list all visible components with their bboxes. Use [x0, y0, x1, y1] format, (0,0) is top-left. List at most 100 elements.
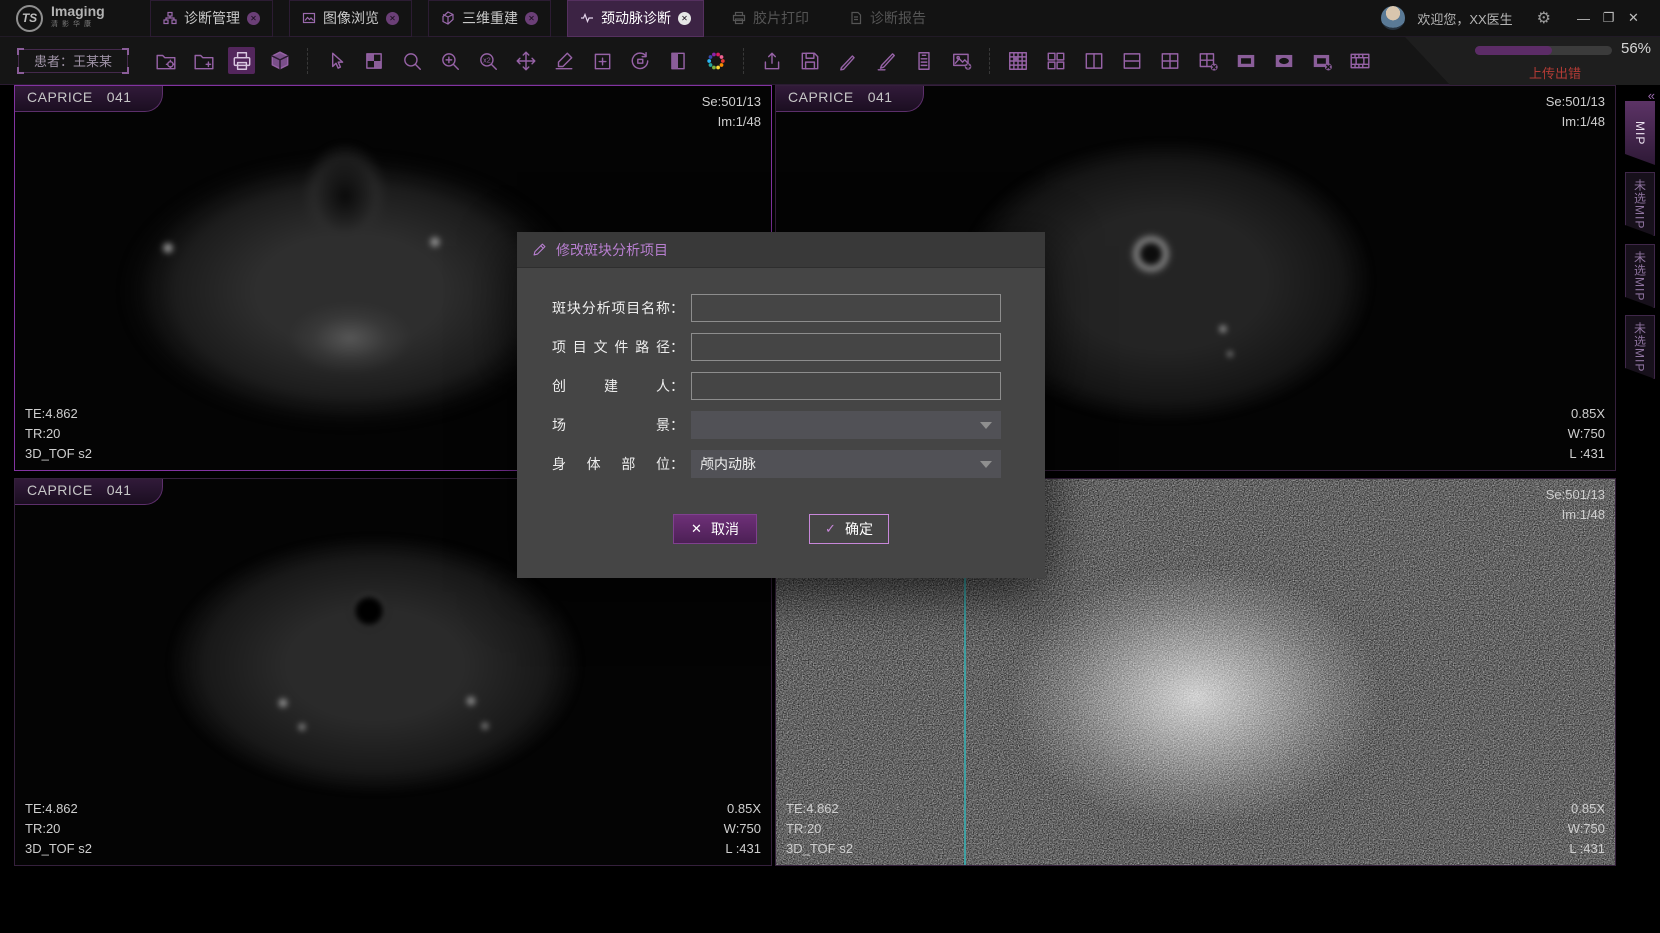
rotate-icon[interactable] [626, 47, 653, 74]
creator-input[interactable] [691, 372, 1001, 400]
user-avatar[interactable] [1381, 6, 1405, 30]
dialog-header: 修改斑块分析项目 [517, 232, 1045, 268]
project-name-input[interactable] [691, 294, 1001, 322]
tab-diagnosis-report: 诊断报告 [837, 0, 938, 37]
window-width-value: W:750 [724, 819, 761, 839]
tab-close-icon[interactable]: ✕ [678, 12, 691, 25]
grid-16-icon[interactable] [1004, 47, 1031, 74]
folder-add-icon[interactable] [190, 47, 217, 74]
zoom-in-icon[interactable] [436, 47, 463, 74]
patient-selector[interactable]: 患者：王某某 [18, 49, 128, 73]
field-row-scene: 场景 ： [552, 411, 1010, 439]
tab-close-icon[interactable]: ✕ [525, 12, 538, 25]
tiles-icon[interactable] [1042, 47, 1069, 74]
color-wheel-icon[interactable] [702, 47, 729, 74]
titlebar: TS Imaging 清影华康 诊断管理 ✕ 图像浏览 ✕ 三维重建 ✕ [0, 0, 1660, 37]
window-level-value: L :431 [1568, 444, 1605, 464]
pen-icon[interactable] [834, 47, 861, 74]
dialog-buttons: ✕ 取消 ✓ 确定 [552, 514, 1010, 544]
study-name: CAPRICE [788, 89, 854, 105]
contrast-icon[interactable] [664, 47, 691, 74]
roi-rect-remove-icon[interactable] [1308, 47, 1335, 74]
side-tab-mip[interactable]: MIP [1625, 101, 1655, 165]
series-info-overlay: Se:501/13 Im:1/48 [702, 92, 761, 132]
body-part-select[interactable]: 颅内动脉 [691, 450, 1001, 478]
tr-value: TR:20 [25, 819, 92, 839]
tab-close-icon[interactable]: ✕ [386, 12, 399, 25]
upload-progress-bar [1475, 46, 1612, 55]
corner-bracket [17, 67, 24, 74]
zoom-value: 0.85X [1568, 799, 1605, 819]
printer-icon [732, 11, 746, 25]
window-level-overlay: 0.85X W:750 L :431 [724, 799, 761, 859]
image-icon [302, 11, 316, 25]
image-add-icon[interactable] [948, 47, 975, 74]
cursor-icon[interactable] [322, 47, 349, 74]
edit-plaque-project-dialog: 修改斑块分析项目 斑块分析项目名称 ： 项目文件路径 ： 创建人 ： 场景 ： [517, 232, 1045, 578]
grid-4-icon[interactable] [1156, 47, 1183, 74]
se-value: Se:501/13 [1546, 485, 1605, 505]
collapse-chevron-icon[interactable]: « [1648, 88, 1653, 103]
roi-rect-icon[interactable] [1232, 47, 1259, 74]
cube-icon[interactable] [266, 47, 293, 74]
crop-icon[interactable] [588, 47, 615, 74]
side-tab-unselected-mip-3[interactable]: 未选MIP [1625, 315, 1655, 379]
grid-remove-icon[interactable] [1194, 47, 1221, 74]
split-horizontal-icon[interactable] [1118, 47, 1145, 74]
print-icon[interactable] [228, 47, 255, 74]
field-label: 创建人 [552, 376, 670, 396]
file-path-input[interactable] [691, 333, 1001, 361]
film-grid-icon[interactable] [1346, 47, 1373, 74]
measure-icon[interactable] [550, 47, 577, 74]
field-colon: ： [670, 415, 684, 435]
chevron-down-icon [980, 422, 992, 429]
side-tab-unselected-mip-1[interactable]: 未选MIP [1625, 172, 1655, 236]
tab-3d-reconstruction[interactable]: 三维重建 ✕ [428, 0, 551, 37]
field-row-file-path: 项目文件路径 ： [552, 333, 1010, 361]
titlebar-right: 欢迎您，XX医生 ⚙ — ❐ ✕ [1381, 6, 1660, 30]
tab-image-browse[interactable]: 图像浏览 ✕ [289, 0, 412, 37]
sequence-value: 3D_TOF s2 [786, 839, 853, 859]
series-number: 041 [868, 89, 893, 105]
scene-select[interactable] [691, 411, 1001, 439]
window-close-button[interactable]: ✕ [1621, 10, 1646, 26]
search-icon[interactable] [398, 47, 425, 74]
confirm-button[interactable]: ✓ 确定 [809, 514, 889, 544]
folder-settings-icon[interactable] [152, 47, 179, 74]
tab-diagnosis-management[interactable]: 诊断管理 ✕ [150, 0, 273, 37]
series-info-overlay: Se:501/13 Im:1/48 [1546, 92, 1605, 132]
side-tab-unselected-mip-2[interactable]: 未选MIP [1625, 244, 1655, 308]
roi-ellipse-icon[interactable] [1270, 47, 1297, 74]
zoom-value: 0.85X [1568, 404, 1605, 424]
application-window: TS Imaging 清影华康 诊断管理 ✕ 图像浏览 ✕ 三维重建 ✕ [0, 0, 1660, 933]
series-number: 041 [107, 482, 132, 498]
field-label: 斑块分析项目名称 [552, 298, 670, 318]
cancel-button[interactable]: ✕ 取消 [673, 514, 757, 544]
split-vertical-icon[interactable] [1080, 47, 1107, 74]
tab-label: 诊断报告 [870, 8, 926, 28]
tab-carotid-diagnosis[interactable]: 颈动脉诊断 ✕ [567, 0, 704, 37]
window-minimize-button[interactable]: — [1571, 11, 1596, 26]
tab-close-icon[interactable]: ✕ [247, 12, 260, 25]
te-value: TE:4.862 [786, 799, 853, 819]
zoom-2x-icon[interactable]: x2 [474, 47, 501, 74]
tab-label: 图像浏览 [323, 8, 379, 28]
brush-icon[interactable] [872, 47, 899, 74]
cube-icon [441, 11, 455, 25]
te-value: TE:4.862 [25, 404, 92, 424]
report-add-icon[interactable] [910, 47, 937, 74]
pan-icon[interactable] [512, 47, 539, 74]
acquisition-overlay: TE:4.862 TR:20 3D_TOF s2 [25, 404, 92, 464]
save-icon[interactable] [796, 47, 823, 74]
field-label: 身体部位 [552, 454, 670, 474]
settings-gear-icon[interactable]: ⚙ [1537, 8, 1551, 28]
field-colon: ： [670, 337, 684, 357]
dialog-body: 斑块分析项目名称 ： 项目文件路径 ： 创建人 ： 场景 ： [517, 268, 1045, 544]
corner-bracket [17, 48, 24, 55]
toolbar-divider [307, 48, 308, 74]
window-maximize-button[interactable]: ❐ [1596, 10, 1621, 26]
upload-icon[interactable] [758, 47, 785, 74]
field-row-project-name: 斑块分析项目名称 ： [552, 294, 1010, 322]
logo-title: Imaging [51, 5, 105, 17]
checkerboard-icon[interactable] [360, 47, 387, 74]
